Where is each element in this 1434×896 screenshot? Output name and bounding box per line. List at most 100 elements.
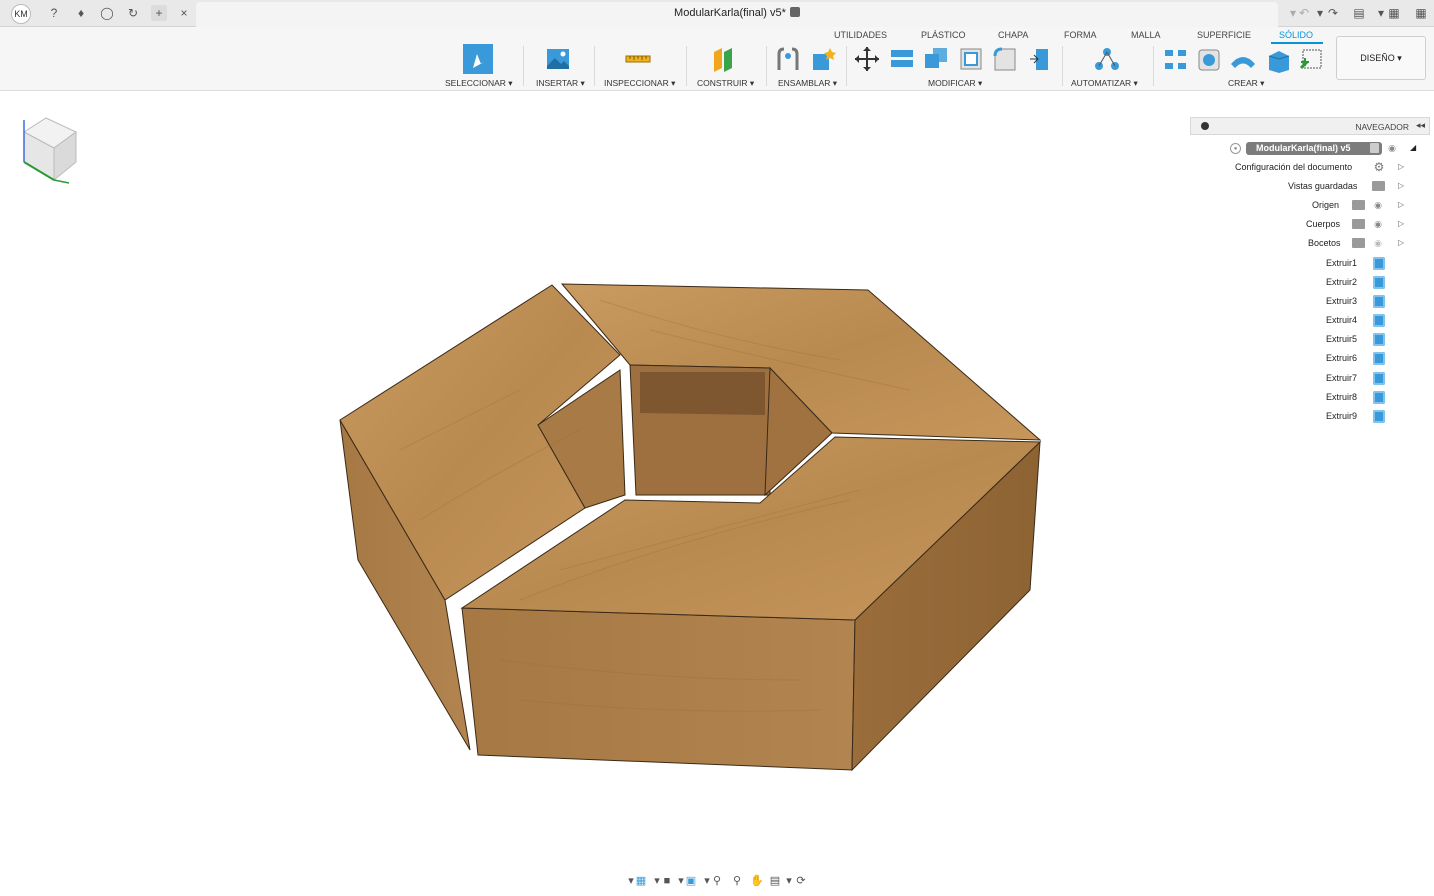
refresh-icon[interactable]: ↻	[125, 5, 141, 21]
browser-feature-row[interactable]: Extruir2	[1318, 275, 1388, 291]
browser-feature-row[interactable]: Extruir5	[1318, 332, 1388, 348]
look-at-icon[interactable]: ▤	[768, 874, 782, 888]
expand-arrow-icon[interactable]: ▷	[1398, 181, 1406, 190]
pin-icon[interactable]: ◂◂	[1416, 120, 1425, 131]
joint-icon[interactable]	[773, 44, 803, 74]
orbit-icon[interactable]: ⟳	[794, 874, 808, 888]
fillet-icon[interactable]	[990, 44, 1020, 74]
tab-malla[interactable]: MALLA	[1131, 30, 1161, 40]
collapse-icon[interactable]	[1201, 122, 1209, 130]
select-icon[interactable]	[463, 44, 493, 74]
save-icon[interactable]: ▤	[1351, 5, 1367, 21]
browser-item-label: Cuerpos	[1306, 219, 1341, 229]
browser-item-saved-views[interactable]: ▷ Vistas guardadas	[1226, 179, 1406, 195]
browser-item-label: Origen	[1312, 200, 1340, 210]
pan-icon[interactable]: ✋	[750, 874, 764, 888]
model-canvas[interactable]	[330, 270, 1050, 780]
tab-forma[interactable]: FORMA	[1064, 30, 1097, 40]
tab-plastico[interactable]: PLÁSTICO	[921, 30, 966, 40]
view-cube[interactable]	[14, 110, 84, 190]
feature-label: Extruir7	[1326, 373, 1358, 383]
eye-hidden-icon[interactable]: ◉	[1372, 238, 1384, 248]
navigation-bar: ▾ ▦ ▾ ■ ▾ ▣ ▾ ⚲ ⚲ ✋ ▤ ▾ ⟳	[620, 870, 815, 892]
extrude-feature-icon	[1373, 352, 1385, 365]
shell-icon[interactable]	[956, 44, 986, 74]
browser-feature-row[interactable]: Extruir3	[1318, 294, 1388, 310]
user-avatar[interactable]: KM	[11, 4, 31, 24]
extrude-icon[interactable]	[1263, 44, 1293, 74]
automate-icon[interactable]	[1092, 44, 1122, 74]
expand-arrow-icon[interactable]: ▷	[1398, 219, 1406, 228]
browser-item-sketches[interactable]: ▷ ◉ Bocetos	[1226, 236, 1406, 252]
expand-arrow-icon[interactable]: ▷	[1398, 162, 1406, 171]
group-label-construir[interactable]: CONSTRUIR ▾	[697, 78, 754, 89]
extrude-feature-icon	[1373, 314, 1385, 327]
browser-feature-row[interactable]: Extruir7	[1318, 371, 1388, 387]
measure-icon[interactable]	[623, 44, 653, 74]
workspace-switcher[interactable]: DISEÑO ▾	[1336, 36, 1426, 80]
browser-feature-row[interactable]: Extruir4	[1318, 313, 1388, 329]
new-component-icon[interactable]	[808, 44, 838, 74]
expand-arrow-icon[interactable]: ▷	[1398, 200, 1406, 209]
visual-style-icon[interactable]: ■	[660, 874, 674, 888]
new-tab-button[interactable]: +	[151, 5, 167, 21]
redo-icon[interactable]: ↶	[1296, 5, 1312, 21]
document-tab[interactable]: ModularKarla(final) v5*	[196, 2, 1278, 27]
group-label-seleccionar[interactable]: SELECCIONAR ▾	[445, 78, 513, 89]
group-label-inspeccionar[interactable]: INSPECCIONAR ▾	[604, 78, 675, 89]
folder-icon	[1352, 238, 1365, 248]
notification-bell-icon[interactable]: ♦	[73, 5, 89, 21]
eye-icon[interactable]: ◉	[1372, 200, 1384, 210]
eye-icon[interactable]: ◉	[1386, 143, 1398, 153]
activate-radio-icon[interactable]: ●	[1230, 143, 1241, 154]
grid-apps-icon[interactable]: ▦	[1413, 5, 1429, 21]
close-tab-button[interactable]: ×	[176, 5, 192, 21]
tab-utilidades[interactable]: UTILIDADES	[834, 30, 887, 40]
zoom-window-icon[interactable]: ⚲	[710, 874, 724, 888]
rectangle-pattern-icon[interactable]	[1160, 44, 1190, 74]
help-icon[interactable]: ?	[46, 5, 62, 21]
group-label-ensamblar[interactable]: ENSAMBLAR ▾	[778, 78, 837, 89]
eye-icon[interactable]: ◉	[1372, 219, 1384, 229]
browser-feature-row[interactable]: Extruir9	[1318, 409, 1388, 425]
hole-icon[interactable]	[1194, 44, 1224, 74]
group-label-automatizar[interactable]: AUTOMATIZAR ▾	[1071, 78, 1138, 89]
extrude-feature-icon	[1373, 372, 1385, 385]
browser-feature-row[interactable]: Extruir1	[1318, 256, 1388, 272]
zoom-icon[interactable]: ⚲	[730, 874, 744, 888]
browser-item-bodies[interactable]: ▷ ◉ Cuerpos	[1226, 217, 1406, 233]
tab-chapa[interactable]: CHAPA	[998, 30, 1028, 40]
press-pull-icon[interactable]	[1026, 44, 1056, 74]
extrude-feature-icon	[1373, 333, 1385, 346]
browser-header: NAVEGADOR ◂◂	[1190, 117, 1430, 135]
move-icon[interactable]	[852, 44, 882, 74]
split-body-icon[interactable]	[887, 44, 917, 74]
browser-item-document-settings[interactable]: ▷ ⚙ Configuración del documento	[1226, 160, 1406, 176]
offset-plane-icon[interactable]	[708, 44, 738, 74]
tab-solido[interactable]: SÓLIDO	[1279, 30, 1313, 40]
insert-image-icon[interactable]	[543, 44, 573, 74]
expand-arrow-icon[interactable]: ▷	[1398, 238, 1406, 247]
extrude-feature-icon	[1373, 257, 1385, 270]
group-label-crear[interactable]: CREAR ▾	[1228, 78, 1264, 89]
browser-root-text: ModularKarla(final) v5	[1256, 143, 1351, 153]
tab-superficie[interactable]: SUPERFICIE	[1197, 30, 1251, 40]
browser-item-origin[interactable]: ▷ ◉ Origen	[1226, 198, 1406, 214]
group-label-insertar[interactable]: INSERTAR ▾	[536, 78, 585, 89]
sweep-icon[interactable]	[1228, 44, 1258, 74]
group-label-modificar[interactable]: MODIFICAR ▾	[928, 78, 982, 89]
combine-icon[interactable]	[921, 44, 951, 74]
document-icon	[789, 7, 800, 17]
browser-feature-row[interactable]: Extruir8	[1318, 390, 1388, 406]
undo-icon[interactable]: ↷	[1325, 5, 1341, 21]
separator	[686, 46, 687, 86]
grid-settings-icon[interactable]: ▦	[634, 874, 648, 888]
browser-root-label[interactable]: ModularKarla(final) v5	[1246, 142, 1382, 155]
browser-feature-row[interactable]: Extruir6	[1318, 351, 1388, 367]
job-status-icon[interactable]: ◯	[99, 5, 115, 21]
file-icon[interactable]: ▦	[1386, 5, 1402, 21]
expand-arrow-icon[interactable]: ◢	[1410, 143, 1418, 152]
gear-icon: ⚙	[1373, 160, 1385, 174]
create-sketch-icon[interactable]	[1297, 44, 1327, 74]
display-settings-icon[interactable]: ▣	[684, 874, 698, 888]
